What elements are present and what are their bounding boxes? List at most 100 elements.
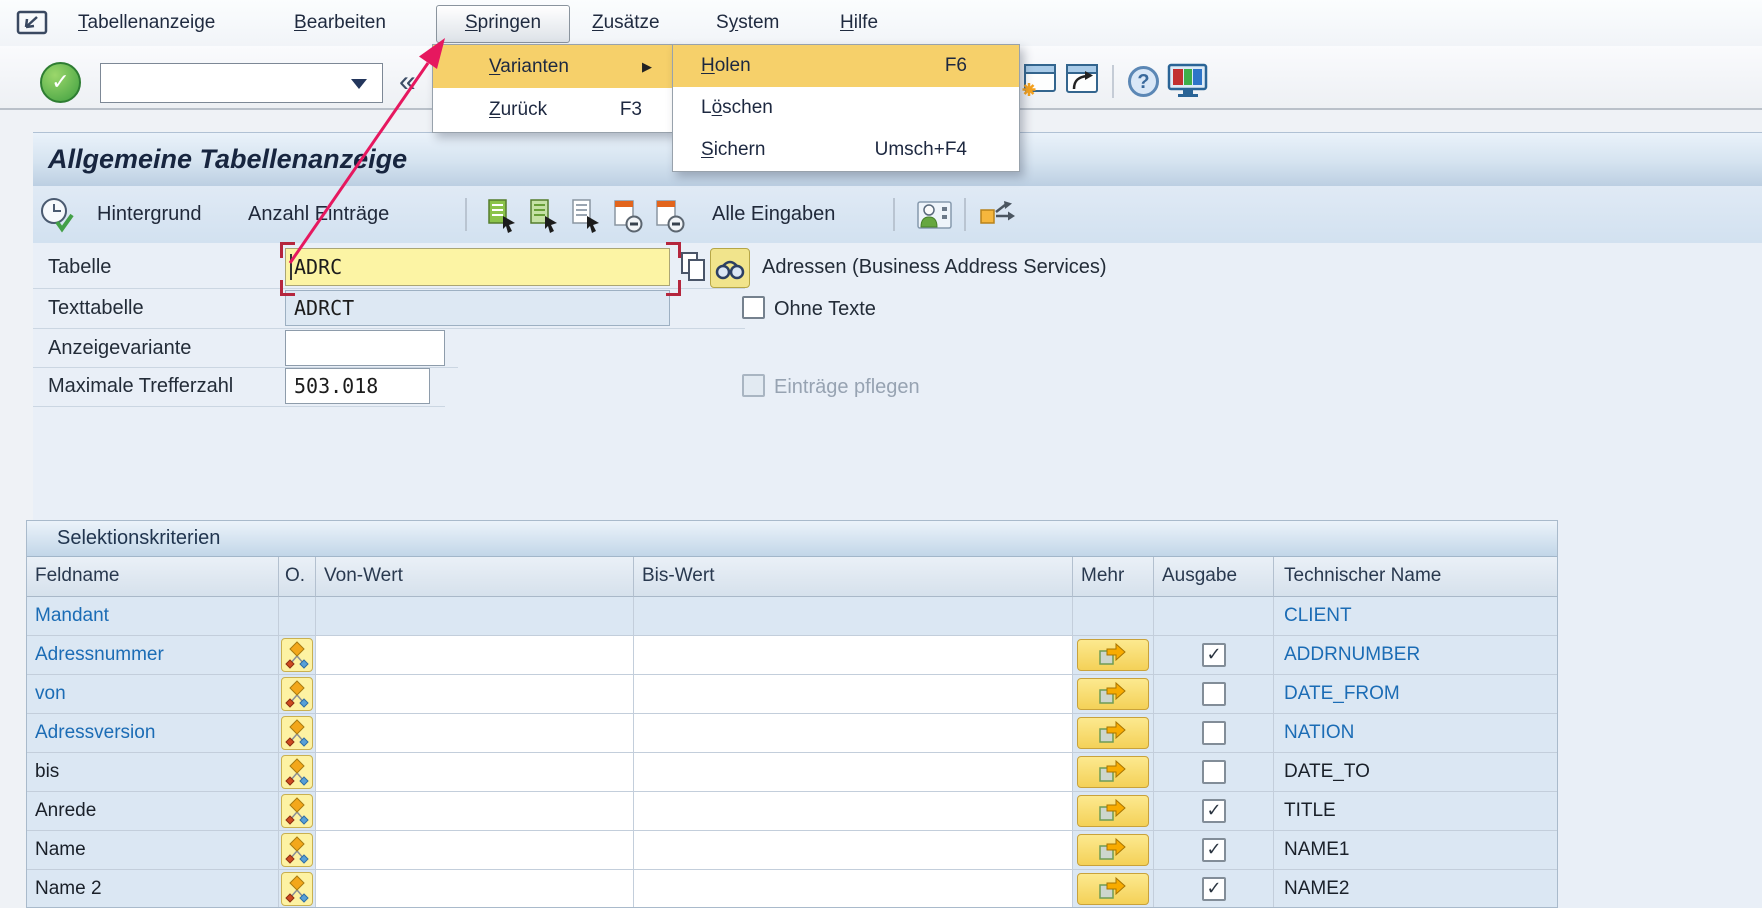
create-shortcut-icon[interactable] (1063, 61, 1101, 99)
tabelle-input[interactable]: ADRC (285, 248, 670, 286)
menu-item-varianten[interactable]: Varianten ▶ (433, 45, 672, 88)
multiple-selection-button[interactable] (1077, 834, 1149, 866)
von-wert-cell (316, 597, 634, 636)
table-header-row: Feldname O. Von-Wert Bis-Wert Mehr Ausga… (27, 557, 1557, 597)
mehr-cell (1073, 597, 1154, 636)
option-cell (279, 831, 316, 870)
menu-bearbeiten[interactable]: Bearbeiten (294, 0, 386, 46)
search-help-button[interactable] (710, 248, 750, 288)
menu-item-zurueck[interactable]: Zurück F3 (433, 88, 672, 131)
number-of-entries-icon[interactable] (916, 197, 954, 233)
maximale-trefferzahl-input[interactable]: 503.018 (285, 368, 430, 404)
submenu-arrow-icon: ▶ (642, 59, 652, 75)
selection-options-button[interactable] (281, 638, 313, 672)
bis-wert-input[interactable] (634, 675, 1073, 714)
von-wert-input[interactable] (316, 714, 634, 753)
customize-layout-icon[interactable] (1166, 62, 1210, 100)
bis-wert-input[interactable] (634, 636, 1073, 675)
delete-selection-icon[interactable] (610, 198, 644, 234)
ausgabe-cell (1154, 753, 1274, 792)
enter-button[interactable]: ✓ (40, 62, 81, 103)
multiple-selection-button[interactable] (1077, 795, 1149, 827)
ausgabe-checkbox[interactable] (1202, 760, 1226, 784)
ausgabe-checkbox[interactable]: ✓ (1202, 799, 1226, 823)
selection-options-button[interactable] (281, 833, 313, 867)
anzeigevariante-input[interactable] (285, 330, 445, 366)
selection-options-button[interactable] (281, 794, 313, 828)
choose-list-fields-icon[interactable] (568, 198, 602, 234)
option-cell (279, 753, 316, 792)
command-field-input[interactable] (100, 63, 383, 103)
choose-fields-icon[interactable] (484, 198, 518, 234)
alle-eingaben-button[interactable]: Alle Eingaben (712, 186, 835, 243)
bis-wert-input[interactable] (634, 753, 1073, 792)
menu-hilfe[interactable]: Hilfe (840, 0, 878, 46)
ohne-texte-label: Ohne Texte (774, 297, 876, 321)
option-cell (279, 870, 316, 908)
von-wert-input[interactable] (316, 753, 634, 792)
menu-item-sichern[interactable]: Sichern Umsch+F4 (673, 129, 1019, 171)
selection-bracket (666, 280, 681, 296)
collapse-toolbar-icon[interactable]: « (399, 62, 416, 102)
menu-tabellenanzeige[interactable]: Tabellenanzeige (78, 0, 215, 46)
distribute-icon[interactable] (978, 197, 1016, 233)
selection-options-icon (285, 718, 309, 748)
menu-system[interactable]: System (716, 0, 779, 46)
execute-in-background-icon[interactable] (38, 196, 78, 234)
texttabelle-input[interactable]: ADRCT (285, 290, 670, 326)
selection-options-button[interactable] (281, 755, 313, 789)
ausgabe-checkbox[interactable]: ✓ (1202, 838, 1226, 862)
von-wert-input[interactable] (316, 792, 634, 831)
multiple-selection-icon (1098, 798, 1128, 824)
selection-options-button[interactable] (281, 872, 313, 906)
choose-selection-fields-icon[interactable] (526, 198, 560, 234)
multiple-selection-button[interactable] (1077, 756, 1149, 788)
col-header-von-wert: Von-Wert (316, 557, 634, 597)
menu-zusaetze[interactable]: Zusätze (592, 0, 660, 46)
ausgabe-checkbox[interactable]: ✓ (1202, 643, 1226, 667)
multiple-selection-button[interactable] (1077, 639, 1149, 671)
ausgabe-cell: ✓ (1154, 636, 1274, 675)
von-wert-input[interactable] (316, 636, 634, 675)
ausgabe-checkbox[interactable]: ✓ (1202, 877, 1226, 901)
ausgabe-cell: ✓ (1154, 870, 1274, 908)
shortcut-label: F3 (620, 99, 642, 121)
von-wert-input[interactable] (316, 831, 634, 870)
ohne-texte-checkbox[interactable] (742, 296, 765, 319)
mehr-cell (1073, 675, 1154, 714)
multiple-selection-button[interactable] (1077, 717, 1149, 749)
selection-options-button[interactable] (281, 677, 313, 711)
new-session-icon[interactable] (1020, 61, 1058, 99)
ausgabe-checkbox[interactable] (1202, 682, 1226, 706)
selection-options-button[interactable] (281, 716, 313, 750)
divider (33, 328, 745, 329)
multiple-selection-button[interactable] (1077, 678, 1149, 710)
bis-wert-input[interactable] (634, 792, 1073, 831)
menu-springen[interactable]: Springen (436, 5, 570, 43)
eintraege-pflegen-checkbox (742, 374, 765, 397)
copy-icon[interactable] (679, 251, 707, 283)
selection-bracket (280, 280, 295, 296)
ausgabe-cell: ✓ (1154, 792, 1274, 831)
bis-wert-input[interactable] (634, 870, 1073, 908)
toolbar-separator (964, 198, 966, 231)
col-header-feldname: Feldname (27, 557, 279, 597)
mehr-cell (1073, 636, 1154, 675)
von-wert-input[interactable] (316, 870, 634, 908)
ausgabe-checkbox[interactable] (1202, 721, 1226, 745)
col-header-bis-wert: Bis-Wert (634, 557, 1073, 597)
multiple-selection-button[interactable] (1077, 873, 1149, 905)
anzahl-eintraege-button[interactable]: An­zahl Einträge (248, 186, 389, 243)
system-menu-icon[interactable] (16, 10, 52, 38)
menu-item-loeschen[interactable]: Löschen (673, 87, 1019, 129)
table-row-name2: Name 2 ✓ NAME2 (27, 870, 1558, 908)
hintergrund-button[interactable]: Hintergrund (97, 186, 202, 243)
bis-wert-input[interactable] (634, 831, 1073, 870)
multiple-selection-icon (1098, 759, 1128, 785)
delete-all-entries-icon[interactable] (652, 198, 686, 234)
help-icon[interactable]: ? (1128, 66, 1159, 97)
menu-item-holen[interactable]: Holen F6 (673, 45, 1019, 87)
bis-wert-input[interactable] (634, 714, 1073, 753)
command-field-dropdown-icon[interactable] (351, 79, 367, 97)
von-wert-input[interactable] (316, 675, 634, 714)
